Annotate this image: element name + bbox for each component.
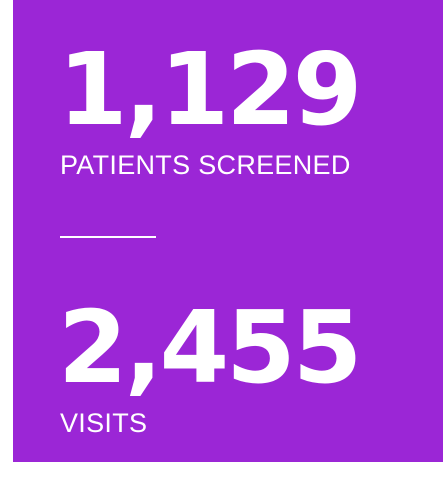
divider	[60, 236, 156, 238]
stats-panel: 1,129 PATIENTS SCREENED 2,455 VISITS	[13, 0, 443, 462]
patients-screened-label: PATIENTS SCREENED	[60, 150, 351, 180]
patients-screened-count: 1,129	[58, 31, 362, 148]
visits-count: 2,455	[58, 289, 362, 406]
visits-label: VISITS	[60, 408, 148, 438]
